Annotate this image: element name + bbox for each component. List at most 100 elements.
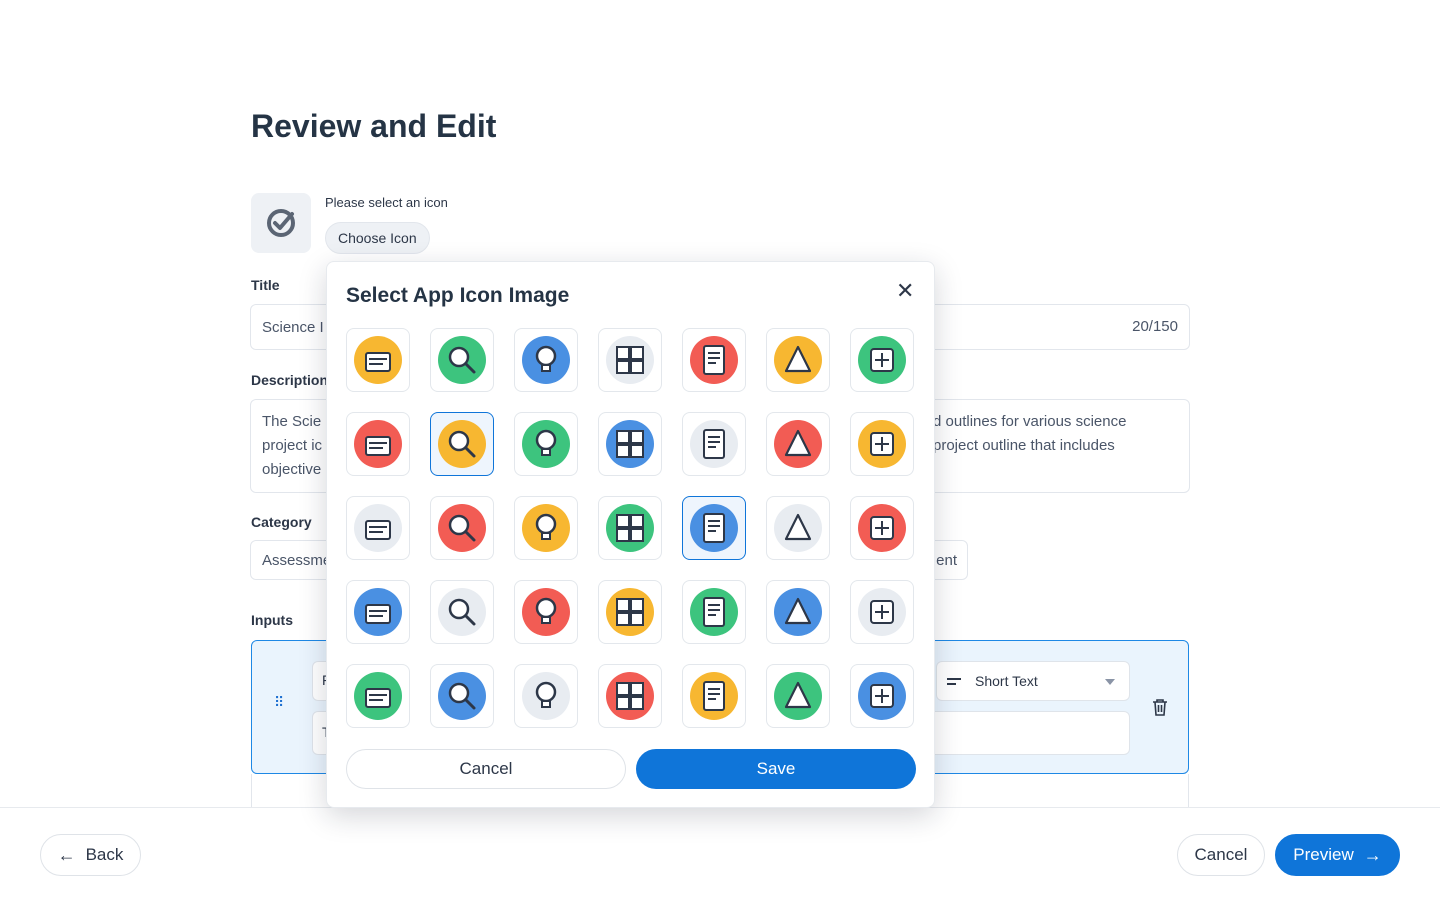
icon-option[interactable] — [346, 496, 410, 560]
inputs-label: Inputs — [251, 612, 293, 628]
selected-icon-preview — [251, 193, 311, 253]
geometry-icon — [690, 504, 738, 552]
footer-bar: ← Back Cancel Preview → — [0, 807, 1440, 900]
icon-hint: Please select an icon — [325, 195, 448, 210]
title-label: Title — [251, 277, 280, 293]
icon-option[interactable] — [346, 664, 410, 728]
icon-option[interactable] — [682, 328, 746, 392]
graduation-cap-icon — [690, 588, 738, 636]
mountains-sun-icon — [438, 588, 486, 636]
icon-option[interactable] — [682, 412, 746, 476]
icon-option[interactable] — [430, 664, 494, 728]
icon-option[interactable] — [514, 664, 578, 728]
description-line: project ic — [262, 437, 323, 454]
review-edit-page: Review and Edit Please select an icon Ch… — [0, 0, 1440, 900]
icon-option[interactable] — [682, 496, 746, 560]
description-line: project outline that includes — [933, 437, 1115, 454]
choose-icon-button[interactable]: Choose Icon — [325, 222, 430, 254]
icon-option[interactable] — [346, 328, 410, 392]
lightbulb-icon — [858, 420, 906, 468]
preview-button[interactable]: Preview → — [1275, 834, 1400, 876]
select-icon-modal: Select App Icon Image ✕ Cancel Save — [326, 261, 935, 808]
laptop-search-icon — [774, 672, 822, 720]
icon-option[interactable] — [514, 412, 578, 476]
icon-option[interactable] — [430, 328, 494, 392]
icon-option[interactable] — [598, 412, 662, 476]
stacked-books-icon — [774, 588, 822, 636]
book-pencil-ruler-icon — [354, 504, 402, 552]
icon-option[interactable] — [682, 664, 746, 728]
input-type-select[interactable]: Short Text — [936, 661, 1130, 701]
icon-option[interactable] — [766, 580, 830, 644]
back-label: Back — [85, 845, 124, 864]
medal-star-icon — [774, 504, 822, 552]
cancel-button[interactable]: Cancel — [1177, 834, 1265, 876]
icon-option[interactable] — [766, 664, 830, 728]
binders-icon — [858, 588, 906, 636]
icon-option[interactable] — [346, 412, 410, 476]
puzzle-icon — [606, 336, 654, 384]
icon-option[interactable] — [430, 496, 494, 560]
chevron-down-icon — [1105, 679, 1115, 685]
icon-option[interactable] — [850, 412, 914, 476]
drag-handle-icon[interactable]: ⠿ — [274, 695, 285, 709]
icon-option[interactable] — [430, 412, 494, 476]
icon-option[interactable] — [766, 496, 830, 560]
icon-option[interactable] — [514, 496, 578, 560]
description-text-right: d outlines for various science project o… — [933, 410, 1183, 458]
icon-option[interactable] — [598, 580, 662, 644]
icon-option[interactable] — [430, 580, 494, 644]
science-flasks-icon — [438, 420, 486, 468]
back-button[interactable]: ← Back — [40, 834, 141, 876]
diploma-certificate-icon — [690, 336, 738, 384]
short-text-icon — [947, 675, 961, 688]
description-label: Description — [251, 372, 329, 388]
icon-option[interactable] — [598, 496, 662, 560]
icon-option[interactable] — [850, 496, 914, 560]
magnifier-box-icon — [354, 672, 402, 720]
page-title: Review and Edit — [251, 108, 497, 144]
icon-option[interactable] — [514, 328, 578, 392]
open-book-plant-icon — [858, 336, 906, 384]
alphabet-cards-icon — [606, 420, 654, 468]
close-icon[interactable]: ✕ — [896, 280, 914, 302]
category-value: Assessme — [262, 551, 332, 569]
chart-board-icon — [522, 672, 570, 720]
icon-grid — [346, 328, 914, 728]
category-label: Category — [251, 514, 312, 530]
input-type-value: Short Text — [975, 673, 1038, 689]
modal-save-button[interactable]: Save — [636, 749, 916, 789]
icon-option[interactable] — [598, 664, 662, 728]
icon-option[interactable] — [850, 664, 914, 728]
icon-option[interactable] — [766, 412, 830, 476]
school-flag-icon — [858, 672, 906, 720]
icon-option[interactable] — [346, 580, 410, 644]
description-line: The Scie — [262, 413, 322, 430]
preview-label: Preview — [1293, 845, 1354, 864]
abcd-book-icon — [690, 420, 738, 468]
team-connection-icon — [522, 504, 570, 552]
graduation-cap-book-icon — [606, 672, 654, 720]
category-value-end: ent — [936, 552, 957, 569]
globe-magnifier-icon — [438, 336, 486, 384]
math-tablet-ruler-icon — [606, 504, 654, 552]
books-pencil-icon — [354, 420, 402, 468]
notebook-pencil-icon — [438, 672, 486, 720]
description-line: d outlines for various science — [933, 413, 1127, 430]
trash-icon[interactable] — [1152, 698, 1168, 716]
icon-option[interactable] — [766, 328, 830, 392]
icon-option[interactable] — [514, 580, 578, 644]
modal-cancel-button[interactable]: Cancel — [346, 749, 626, 789]
arrow-right-icon: → — [1363, 844, 1382, 865]
title-value: Science I — [262, 318, 324, 336]
idea-book-icon — [522, 336, 570, 384]
description-text-left: The Scie project ic objective — [262, 410, 332, 482]
check-circle-icon — [267, 209, 295, 237]
mountain-flag-icon — [354, 588, 402, 636]
icon-option[interactable] — [682, 580, 746, 644]
arrow-left-icon: ← — [57, 844, 76, 865]
icon-option[interactable] — [850, 328, 914, 392]
icon-option[interactable] — [850, 580, 914, 644]
microphone-icon — [858, 504, 906, 552]
icon-option[interactable] — [598, 328, 662, 392]
